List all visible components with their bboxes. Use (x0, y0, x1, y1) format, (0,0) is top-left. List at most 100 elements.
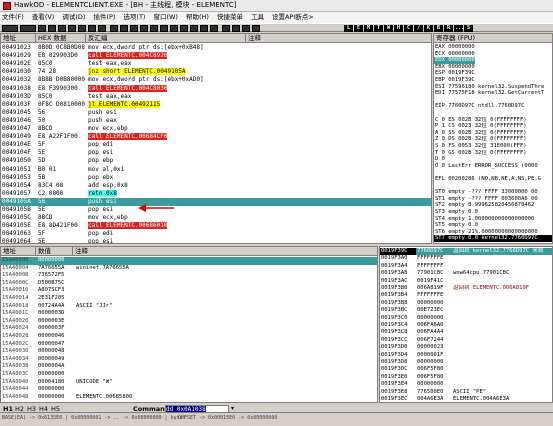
toolbar-button[interactable] (88, 25, 96, 32)
menu-tools[interactable]: 工具 (247, 13, 268, 22)
toolbar-key-button[interactable]: B (434, 25, 443, 32)
stack-row[interactable]: 0019F3D0 00000023 (380, 344, 552, 352)
stack-row[interactable]: 0019F3C8 006FA4A4 (380, 329, 552, 337)
register-row[interactable]: ESP 0019F39C (434, 70, 552, 77)
registers-pane[interactable]: 寄存器 (FPU) EAX 00000000 ECX 00000000 EDX 00… (433, 33, 553, 244)
menu-options[interactable]: 选项(T) (119, 13, 149, 22)
register-row[interactable]: ST3 empty 0.0 (434, 209, 552, 216)
register-row[interactable]: D 0 (434, 156, 552, 163)
register-row[interactable]: O 0 LastErr ERROR_SUCCESS (0000 (434, 163, 552, 170)
register-row[interactable]: P 1 CS 0023 32位 0(FFFFFFFF) (434, 123, 552, 130)
dump-row[interactable]: 15A40014 2E31F205 (1, 295, 377, 303)
toolbar-button[interactable] (180, 25, 188, 32)
dump-row[interactable]: 15A40008 736572F5 (1, 272, 377, 280)
dump-row[interactable]: 15A40024 0000003F (1, 325, 377, 333)
toolbar-button[interactable] (120, 25, 128, 32)
toolbar-key-button[interactable]: C (404, 25, 413, 32)
register-row[interactable]: A 0 SS 002B 32位 0(FFFFFFFF) (434, 130, 552, 137)
toolbar-button[interactable] (130, 25, 138, 32)
col-hex[interactable]: HEX 数据 (36, 34, 86, 42)
register-row[interactable]: T 0 GS 002B 32位 0(FFFFFFFF) (434, 150, 552, 157)
toolbar-key-button[interactable]: S (464, 25, 473, 32)
register-row[interactable]: EAX 00000000 (434, 44, 552, 51)
dump-col-value[interactable]: 数值 (36, 247, 73, 255)
register-row[interactable]: C 0 ES 002B 32位 0(FFFFFFFF) (434, 117, 552, 124)
dump-row[interactable]: 15A40030 00000048 (1, 348, 377, 356)
dump-row[interactable]: 15A4000C D500B75C (1, 280, 377, 288)
toolbar-button[interactable] (150, 25, 158, 32)
stack-row[interactable]: 0019F39C 7760D97C 返回到 kernel32.7760D97C 来自 (380, 248, 552, 256)
toolbar-button[interactable] (58, 25, 66, 32)
menu-quick[interactable]: 快捷菜单 (213, 13, 247, 22)
toolbar-button[interactable] (78, 25, 86, 32)
stack-row[interactable]: 0019F3E8 776500E0 ASCII "PE" (380, 388, 552, 396)
register-row[interactable]: ECX 00000000 (434, 51, 552, 58)
register-row[interactable]: ST7 empty 0.0 kernel32.7760D97C (434, 235, 552, 242)
register-row[interactable]: EDI 77575F18 kernel32.GetCurrentT (434, 90, 552, 97)
stack-row[interactable]: 0019F3A0 FFFFFFFE (380, 255, 552, 263)
toolbar-button[interactable] (110, 25, 118, 32)
register-row[interactable] (434, 97, 552, 104)
stack-row[interactable]: 0019F3BC 00E723EC (380, 307, 552, 315)
toolbar-button[interactable] (160, 25, 168, 32)
register-row[interactable]: ST0 empty -??? FFFF 33000000 00 (434, 189, 552, 196)
dump-row[interactable]: 15A40028 00000046 (1, 333, 377, 341)
stack-row[interactable]: 0019F3E0 006F5F80 (380, 373, 552, 382)
toolbar-button[interactable] (200, 25, 208, 32)
stack-row[interactable]: 0019F3C0 00000000 (380, 314, 552, 322)
dump-row[interactable]: 15A40048 00000000 ELEMENTC.00685800 (1, 394, 377, 402)
stack-row[interactable]: 0019F3A8 77901CBC wow64cpu.77901CBC (380, 270, 552, 278)
disassembly-pane[interactable]: 地址 HEX 数据 反汇编 注释 00491023 8B0D 0C8B0D08 mo… (0, 33, 432, 244)
register-row[interactable]: EBP 0019F39C (434, 77, 552, 84)
dump-row[interactable]: 15A40038 0000004A (1, 363, 377, 371)
col-disasm[interactable]: 反汇编 (86, 34, 246, 42)
toolbar-key-button[interactable]: M (364, 25, 373, 32)
register-row[interactable]: ST6 empty 21%.00000000000000000 (434, 229, 552, 236)
toolbar-key-button[interactable]: E (354, 25, 363, 32)
menu-view[interactable]: 查看(V) (28, 13, 59, 22)
stack-row[interactable]: 0019F3D4 0000001F (380, 351, 552, 359)
dump-row[interactable]: 15A4002C 00000047 (1, 341, 377, 349)
disasm-row[interactable]: 00491064 5E pop esi (1, 238, 431, 243)
register-row[interactable]: EFL 00200286 (NO,NB,NE,A,NS,PE,G (434, 176, 552, 183)
register-row[interactable]: EDX 00000000 (434, 57, 552, 64)
dump-col-address[interactable]: 地址 (1, 247, 36, 255)
dump-row[interactable]: 15A40004 7A76655A wininet.7A76655A (1, 265, 377, 273)
register-row[interactable]: ST5 empty 0.0 (434, 222, 552, 229)
dump-col-comment[interactable]: 注释 (73, 247, 377, 255)
toolbar-button[interactable] (242, 25, 250, 32)
toolbar-button[interactable] (222, 25, 230, 32)
toolbar-key-button[interactable]: H (394, 25, 403, 32)
toolbar-button[interactable] (252, 25, 260, 32)
register-row[interactable]: ST2 empty 8.999625820456878462 (434, 202, 552, 209)
register-row[interactable] (434, 110, 552, 117)
dump-row[interactable]: 15A4003C 00000000 (1, 371, 377, 379)
toolbar-key-button[interactable]: K (424, 25, 433, 32)
dump-pane[interactable]: 地址 数值 注释 15A40000 00000000 15A40004 7A76655… (0, 246, 378, 403)
dump-row[interactable]: 15A40040 00004180 UNICODE "W" (1, 379, 377, 387)
register-row[interactable] (434, 169, 552, 176)
stack-row[interactable]: 0019F3B8 00000000 (380, 299, 552, 308)
dump-row[interactable]: 15A4001C 0000003D (1, 310, 377, 318)
menu-api-breakpoint[interactable]: 设置API断点> (268, 13, 318, 22)
dump-row[interactable]: 15A40034 00000049 (1, 356, 377, 364)
dump-row[interactable]: 15A40000 00000000 (1, 257, 377, 265)
stack-row[interactable]: 0019F3EC 004A6E3A ELEMENTC.004A6E3A (380, 396, 552, 402)
toolbar-button[interactable] (20, 25, 36, 32)
toolbar-button[interactable] (2, 25, 18, 32)
stack-pane[interactable]: 0019F39C 7760D97C 返回到 kernel32.7760D97C 来自… (379, 246, 553, 403)
menu-plugins[interactable]: 插件(P) (89, 13, 119, 22)
register-row[interactable]: EBX 00000000 (434, 64, 552, 71)
toolbar-button[interactable] (48, 25, 56, 32)
stack-row[interactable]: 0019F3A4 FFFFFFFF (380, 262, 552, 271)
col-comment[interactable]: 注释 (246, 34, 431, 42)
stack-row[interactable]: 0019F3CC 006F7244 (380, 336, 552, 345)
toolbar-button[interactable] (140, 25, 148, 32)
toolbar-key-button[interactable]: R (444, 25, 453, 32)
toolbar-button[interactable] (68, 25, 76, 32)
stack-row[interactable]: 0019F3D8 00000000 (380, 359, 552, 367)
register-row[interactable]: ST1 empty -??? FFFF 003600A6 00 (434, 196, 552, 203)
menu-window[interactable]: 窗口(W) (149, 13, 182, 22)
dump-row[interactable]: 15A40010 A807SCF3 (1, 287, 377, 295)
dump-row[interactable]: 15A40044 00000000 (1, 386, 377, 394)
